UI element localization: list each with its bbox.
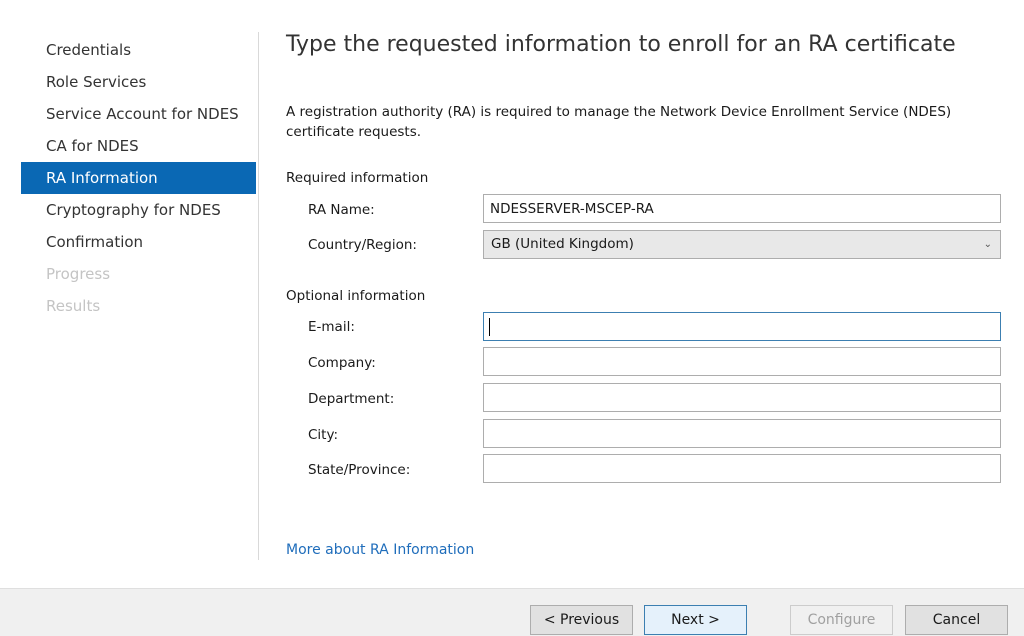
previous-button[interactable]: < Previous (530, 605, 633, 635)
main-content: Type the requested information to enroll… (286, 0, 1004, 588)
page-title: Type the requested information to enroll… (286, 32, 956, 57)
country-select[interactable]: GB (United Kingdom) ⌄ (483, 230, 1001, 259)
city-input[interactable] (483, 419, 1001, 448)
nav-item-service-account[interactable]: Service Account for NDES (21, 98, 256, 130)
chevron-down-icon: ⌄ (983, 239, 992, 250)
nav-item-progress: Progress (46, 265, 111, 283)
nav-item-role-services[interactable]: Role Services (21, 66, 256, 98)
state-province-input[interactable] (483, 454, 1001, 483)
country-label: Country/Region: (308, 237, 417, 253)
company-input[interactable] (483, 347, 1001, 376)
page-description: A registration authority (RA) is require… (286, 104, 952, 140)
email-input[interactable] (483, 312, 1001, 341)
nav-item-results: Results (46, 297, 101, 315)
wizard-nav: Credentials Role Services Service Accoun… (21, 34, 256, 322)
city-label: City: (308, 427, 339, 443)
wizard-footer: < Previous Next > Configure Cancel (0, 588, 1024, 636)
ra-name-label: RA Name: (308, 202, 375, 218)
department-input[interactable] (483, 383, 1001, 412)
nav-item-ra-information[interactable]: RA Information (21, 162, 256, 194)
required-section-label: Required information (286, 170, 429, 186)
email-label: E-mail: (308, 319, 355, 335)
state-province-label: State/Province: (308, 462, 411, 478)
nav-divider (258, 32, 259, 560)
more-about-ra-link[interactable]: More about RA Information (286, 542, 474, 558)
optional-section-label: Optional information (286, 288, 426, 304)
nav-item-ca-for-ndes[interactable]: CA for NDES (21, 130, 256, 162)
department-label: Department: (308, 391, 395, 407)
company-label: Company: (308, 355, 376, 371)
text-caret (489, 318, 490, 336)
next-button[interactable]: Next > (644, 605, 747, 635)
country-selected-value: GB (United Kingdom) (491, 236, 634, 252)
nav-item-credentials[interactable]: Credentials (21, 34, 256, 66)
cancel-button[interactable]: Cancel (905, 605, 1008, 635)
configure-button: Configure (790, 605, 893, 635)
ra-name-input[interactable] (483, 194, 1001, 223)
nav-item-confirmation[interactable]: Confirmation (21, 226, 256, 258)
nav-item-cryptography[interactable]: Cryptography for NDES (21, 194, 256, 226)
